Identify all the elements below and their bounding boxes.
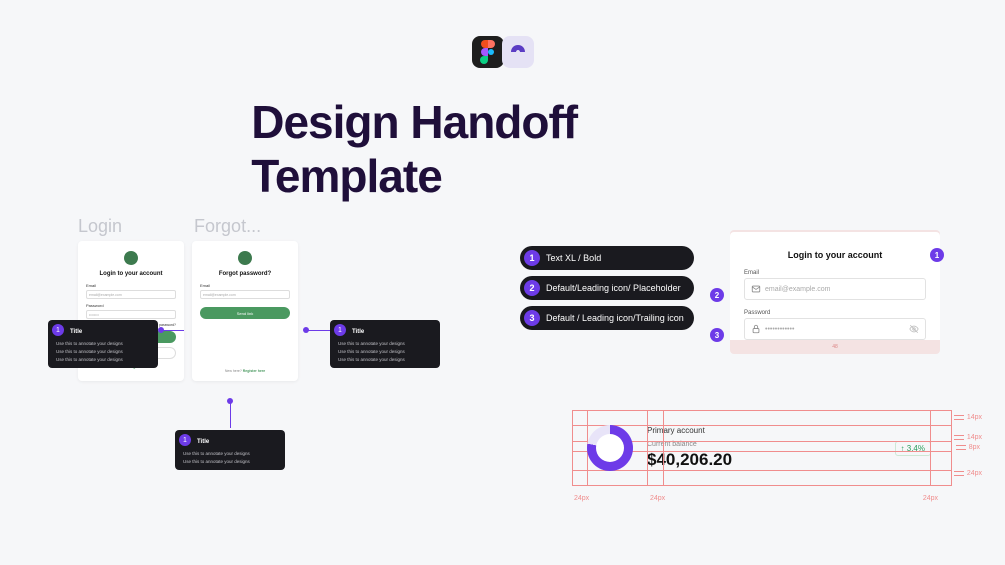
header-logos <box>472 36 534 68</box>
annotation-line: Use this to annotate your designs <box>183 459 277 464</box>
annotation-tooltip: 1 Title Use this to annotate your design… <box>48 320 158 368</box>
annotation-title: Title <box>197 436 277 448</box>
annotation-number-badge: 1 <box>179 434 191 446</box>
annotation-line: Use this to annotate your designs <box>56 349 150 354</box>
measurement-label: 24px <box>923 495 938 502</box>
spec-pill: 2 Default/Leading icon/ Placeholder <box>520 276 694 300</box>
annotation-connector <box>230 400 231 428</box>
measurement-label: 24px <box>574 495 589 502</box>
mail-icon <box>751 284 761 294</box>
pill-text: Text XL / Bold <box>546 253 601 263</box>
lock-icon <box>751 324 761 334</box>
email-label: Email <box>744 270 926 276</box>
measurement-label: 14px <box>954 434 982 441</box>
forgot-mock: Forgot password? Email email@example.com… <box>192 241 298 381</box>
figma-logo-icon <box>472 36 504 68</box>
measurement-label: 24px <box>954 470 982 477</box>
annotation-line: Use this to annotate your designs <box>338 349 432 354</box>
annotation-connector-dot <box>227 398 233 404</box>
percent-change-badge: ↑ 3.4% <box>895 441 931 456</box>
annotation-connector-dot <box>158 327 164 333</box>
forgot-card-title: Forgot password? <box>219 271 271 277</box>
anatomy-card: Login to your account Email email@exampl… <box>730 232 940 352</box>
measurement-label: 14px <box>954 414 982 421</box>
balance-card: Primary account Current balance $40,206.… <box>587 425 931 471</box>
email-label: Email <box>200 283 210 288</box>
register-link[interactable]: Register here <box>243 369 265 373</box>
redline <box>573 425 951 426</box>
redline <box>573 470 951 471</box>
annotation-connector-dot <box>303 327 309 333</box>
login-card-title: Login to your account <box>100 271 163 277</box>
annotation-tooltip: 1 Title Use this to annotate your design… <box>330 320 440 368</box>
password-label: Password <box>744 310 926 316</box>
eye-off-icon[interactable] <box>909 324 919 334</box>
annotation-line: Use this to annotate your designs <box>338 341 432 346</box>
annotation-line: Use this to annotate your designs <box>56 341 150 346</box>
avatar-icon <box>124 251 138 265</box>
annotation-tooltip: 1 Title Use this to annotate your design… <box>175 430 285 470</box>
screen-label-forgot: Forgot... <box>194 216 261 237</box>
measurement-label: 24px <box>650 495 665 502</box>
annotation-line: Use this to annotate your designs <box>56 357 150 362</box>
donut-chart-icon <box>587 425 633 471</box>
callout-badge: 3 <box>710 328 724 342</box>
spec-pill: 3 Default / Leading icon/Trailing icon <box>520 306 694 330</box>
email-input[interactable]: email@example.com <box>86 290 176 299</box>
send-link-button[interactable]: Send link <box>200 307 290 319</box>
callout-badge: 1 <box>930 248 944 262</box>
pill-number-badge: 1 <box>524 250 540 266</box>
annotation-title: Title <box>352 326 432 338</box>
annotation-connector <box>306 330 330 331</box>
register-text: New here? Register here <box>225 369 265 373</box>
balance-spec: Primary account Current balance $40,206.… <box>572 410 952 486</box>
pill-text: Default/Leading icon/ Placeholder <box>546 283 681 293</box>
email-label: Email <box>86 283 96 288</box>
redline <box>647 411 648 485</box>
callout-badge: 2 <box>710 288 724 302</box>
avatar-icon <box>238 251 252 265</box>
balance-amount: $40,206.20 <box>647 450 881 470</box>
password-label: Password <box>86 303 104 308</box>
screen-label-login: Login <box>78 216 122 237</box>
pill-text: Default / Leading icon/Trailing icon <box>546 313 684 323</box>
annotation-line: Use this to annotate your designs <box>183 451 277 456</box>
login-anatomy: 48 Login to your account Email email@exa… <box>730 232 940 352</box>
redline <box>663 411 664 485</box>
partner-logo-icon <box>502 36 534 68</box>
measurement-label: 8px <box>956 444 980 451</box>
redline-frame: Primary account Current balance $40,206.… <box>572 410 952 486</box>
spacing-indicator-bottom: 48 <box>730 340 940 354</box>
spec-pill: 1 Text XL / Bold <box>520 246 694 270</box>
annotation-number-badge: 1 <box>334 324 346 336</box>
account-name: Primary account <box>647 426 881 435</box>
pill-number-badge: 2 <box>524 280 540 296</box>
annotation-number-badge: 1 <box>52 324 64 336</box>
pill-number-badge: 3 <box>524 310 540 326</box>
annotation-line: Use this to annotate your designs <box>338 357 432 362</box>
anatomy-title: Login to your account <box>744 250 926 260</box>
email-input[interactable]: email@example.com <box>744 278 926 300</box>
spec-pills: 1 Text XL / Bold 2 Default/Leading icon/… <box>520 246 694 330</box>
email-input[interactable]: email@example.com <box>200 290 290 299</box>
annotation-title: Title <box>70 326 150 338</box>
balance-label: Current balance <box>647 441 881 448</box>
password-input[interactable]: •••••••••••• <box>744 318 926 340</box>
password-input[interactable]: •••••••• <box>86 310 176 319</box>
page-title: Design Handoff Template <box>251 95 754 203</box>
redline <box>930 411 931 485</box>
